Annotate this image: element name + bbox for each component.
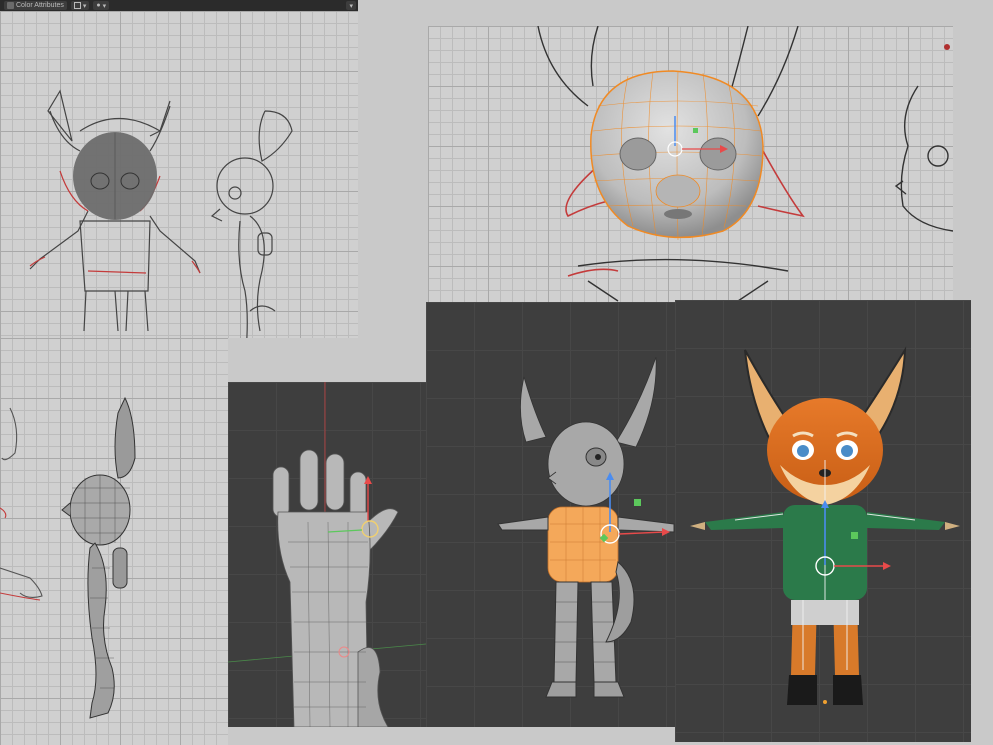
color-attributes-dropdown[interactable]: Color Attributes bbox=[4, 1, 67, 10]
head-closeup-panel[interactable] bbox=[428, 26, 953, 302]
body-mesh-panel[interactable] bbox=[426, 302, 675, 727]
textured-fox-character bbox=[690, 346, 960, 705]
textured-rig-panel[interactable] bbox=[675, 300, 971, 742]
dropdown-chevron-icon: ▾ bbox=[102, 2, 107, 10]
head-retopology-mesh bbox=[537, 26, 953, 302]
header-menu-button[interactable]: ▾ bbox=[346, 1, 356, 10]
dropdown-chevron-icon: ▾ bbox=[82, 2, 87, 10]
color-attributes-icon bbox=[7, 2, 14, 9]
side-view-mesh bbox=[0, 396, 136, 719]
color-attributes-label: Color Attributes bbox=[16, 2, 64, 9]
side-mesh-panel[interactable] bbox=[0, 338, 228, 745]
viewport-shading-icon bbox=[73, 2, 81, 9]
hand-mesh-panel[interactable] bbox=[228, 382, 426, 727]
overlay-dot-icon: ● bbox=[96, 2, 101, 9]
hand-mesh bbox=[228, 382, 426, 727]
shading-mode-dropdown[interactable]: ▾ bbox=[70, 1, 90, 10]
dropdown-chevron-icon: ▾ bbox=[349, 2, 353, 10]
character-sketch-front-side bbox=[29, 89, 293, 338]
sketch-overview-panel[interactable] bbox=[0, 11, 358, 338]
full-body-mesh bbox=[497, 356, 675, 698]
overlay-dropdown[interactable]: ● ▾ bbox=[93, 1, 110, 10]
viewport-header-toolbar: Color Attributes ▾ ● ▾ ▾ bbox=[0, 0, 358, 11]
